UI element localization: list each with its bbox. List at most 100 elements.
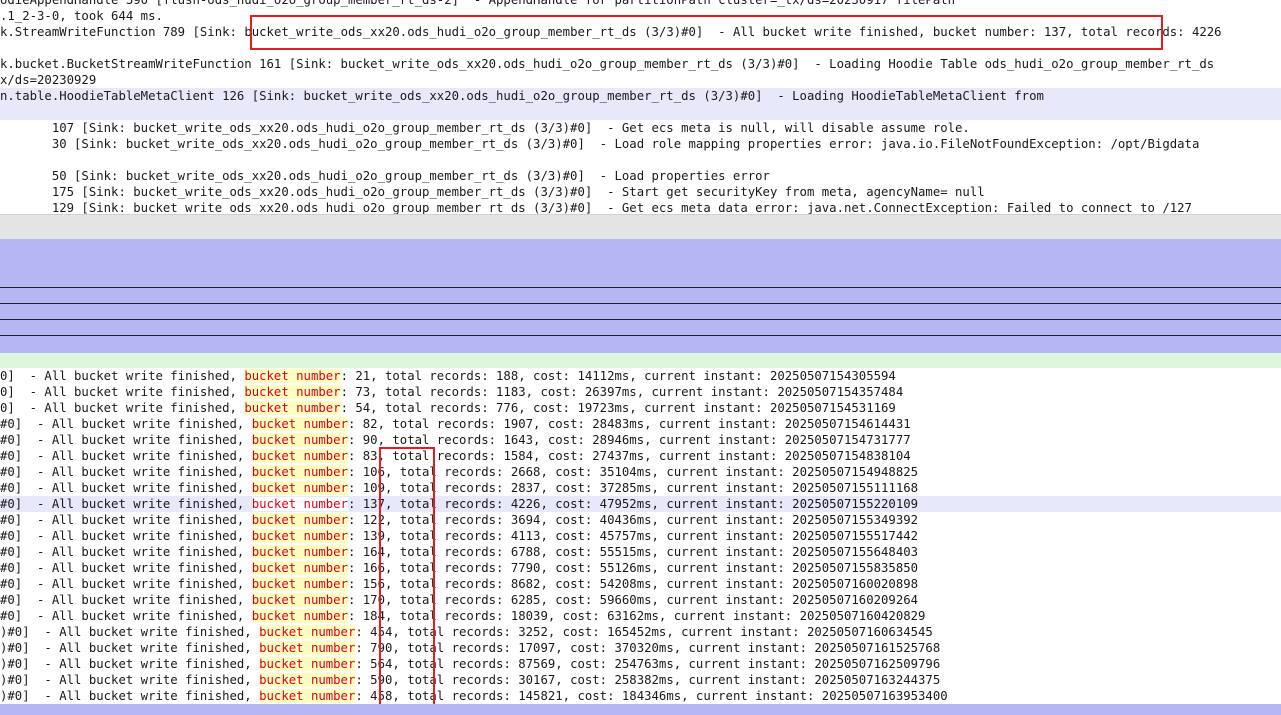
- log-row-prefix: #0] - All bucket write finished,: [0, 577, 252, 591]
- log-row-prefix: #0] - All bucket write finished,: [0, 449, 252, 463]
- log-row-suffix: : 164, total records: 6788, cost: 55515m…: [347, 545, 919, 559]
- log-row[interactable]: #0] - All bucket write finished, bucket …: [0, 416, 911, 432]
- log-row[interactable]: #0] - All bucket write finished, bucket …: [0, 448, 911, 464]
- log-row-prefix: 0] - All bucket write finished,: [0, 401, 245, 415]
- log-line: 129 [Sink: bucket_write_ods_xx20.ods_hud…: [0, 201, 1192, 214]
- log-row-suffix: : 137, total records: 4226, cost: 47952m…: [347, 497, 919, 511]
- log-line-suffix: total records: 4226: [1073, 25, 1222, 39]
- log-row-suffix: : 54, total records: 776, cost: 19723ms,…: [340, 401, 896, 415]
- search-results-pane[interactable]: [0, 239, 1281, 353]
- log-row-prefix: #0] - All bucket write finished,: [0, 497, 252, 511]
- log-line-annotated: k.StreamWriteFunction 789 [Sink: bucket_…: [0, 24, 1222, 40]
- log-row-suffix: : 106, total records: 2668, cost: 35104m…: [347, 465, 919, 479]
- bottom-bar: [0, 704, 1281, 715]
- log-row-suffix: : 790, total records: 17097, cost: 37032…: [355, 641, 941, 655]
- log-row-prefix: )#0] - All bucket write finished,: [0, 657, 260, 671]
- search-keyword-highlight: bucket number: [251, 529, 348, 543]
- search-keyword-highlight: bucket number: [259, 625, 356, 639]
- log-row-prefix: #0] - All bucket write finished,: [0, 417, 252, 431]
- log-line: x/ds=20230929: [0, 73, 97, 87]
- log-row[interactable]: #0] - All bucket write finished, bucket …: [0, 480, 918, 496]
- search-keyword-highlight: bucket number: [251, 513, 348, 527]
- search-keyword-highlight: bucket number: [251, 577, 348, 591]
- search-keyword-highlight: bucket number: [244, 369, 341, 383]
- log-line-current: n.table.HoodieTableMetaClient 126 [Sink:…: [0, 88, 1281, 104]
- log-row-selected[interactable]: #0] - All bucket write finished, bucket …: [0, 496, 1281, 512]
- log-line-prefix: k.StreamWriteFunction 789 [Sink:: [0, 25, 237, 39]
- log-line: .1_2-3-0, took 644 ms.: [0, 9, 163, 23]
- search-keyword-highlight: bucket number: [259, 689, 356, 703]
- search-keyword-highlight: bucket number: [251, 481, 348, 495]
- log-row[interactable]: #0] - All bucket write finished, bucket …: [0, 432, 911, 448]
- log-row[interactable]: #0] - All bucket write finished, bucket …: [0, 464, 918, 480]
- log-row-prefix: )#0] - All bucket write finished,: [0, 625, 260, 639]
- log-row-suffix: : 170, total records: 6285, cost: 59660m…: [347, 593, 919, 607]
- search-keyword-highlight: bucket number: [259, 641, 356, 655]
- log-row-suffix: : 458, total records: 145821, cost: 1843…: [355, 689, 948, 703]
- log-row[interactable]: #0] - All bucket write finished, bucket …: [0, 592, 918, 608]
- log-row[interactable]: #0] - All bucket write finished, bucket …: [0, 576, 918, 592]
- log-row[interactable]: #0] - All bucket write finished, bucket …: [0, 544, 918, 560]
- log-line: 30 [Sink: bucket_write_ods_xx20.ods_hudi…: [0, 137, 1200, 151]
- log-row-prefix: 0] - All bucket write finished,: [0, 369, 245, 383]
- log-row[interactable]: 0] - All bucket write finished, bucket n…: [0, 368, 896, 384]
- search-keyword-highlight: bucket number: [251, 545, 348, 559]
- log-row-suffix: : 166, total records: 7790, cost: 55126m…: [347, 561, 919, 575]
- log-row-prefix: #0] - All bucket write finished,: [0, 609, 252, 623]
- log-row-suffix: : 21, total records: 188, cost: 14112ms,…: [340, 369, 896, 383]
- log-row-suffix: : 109, total records: 2837, cost: 37285m…: [347, 481, 919, 495]
- status-strip: [0, 353, 1281, 368]
- log-row[interactable]: #0] - All bucket write finished, bucket …: [0, 512, 918, 528]
- log-row[interactable]: )#0] - All bucket write finished, bucket…: [0, 640, 940, 656]
- log-row[interactable]: )#0] - All bucket write finished, bucket…: [0, 656, 940, 672]
- log-row-suffix: : 83, total records: 1584, cost: 27437ms…: [347, 449, 911, 463]
- log-row-suffix: : 122, total records: 3694, cost: 40436m…: [347, 513, 919, 527]
- divider-line: [0, 303, 1281, 304]
- log-row-prefix: #0] - All bucket write finished,: [0, 593, 252, 607]
- search-keyword-highlight: bucket number: [251, 433, 348, 447]
- log-row-suffix: : 139, total records: 4113, cost: 45757m…: [347, 529, 919, 543]
- divider-line: [0, 287, 1281, 288]
- log-line-current: [0, 104, 1281, 120]
- log-row-suffix: : 184, total records: 18039, cost: 63162…: [347, 609, 926, 623]
- log-row[interactable]: #0] - All bucket write finished, bucket …: [0, 608, 925, 624]
- log-row-prefix: 0] - All bucket write finished,: [0, 385, 245, 399]
- search-keyword-highlight: bucket number: [251, 497, 348, 511]
- search-keyword-highlight: bucket number: [259, 673, 356, 687]
- log-row[interactable]: 0] - All bucket write finished, bucket n…: [0, 384, 903, 400]
- log-row-suffix: : 590, total records: 30167, cost: 25838…: [355, 673, 941, 687]
- log-row[interactable]: 0] - All bucket write finished, bucket n…: [0, 400, 896, 416]
- log-row-suffix: : 564, total records: 87569, cost: 25476…: [355, 657, 941, 671]
- log-row[interactable]: #0] - All bucket write finished, bucket …: [0, 560, 918, 576]
- log-row-prefix: #0] - All bucket write finished,: [0, 529, 252, 543]
- log-row[interactable]: )#0] - All bucket write finished, bucket…: [0, 624, 933, 640]
- log-row-prefix: #0] - All bucket write finished,: [0, 545, 252, 559]
- log-row-prefix: #0] - All bucket write finished,: [0, 513, 252, 527]
- log-line: 107 [Sink: bucket_write_ods_xx20.ods_hud…: [0, 121, 970, 135]
- log-row-suffix: : 156, total records: 8682, cost: 54208m…: [347, 577, 919, 591]
- log-line: k.bucket.BucketStreamWriteFunction 161 […: [0, 57, 1215, 71]
- pane-splitter[interactable]: [0, 214, 1281, 241]
- log-row[interactable]: )#0] - All bucket write finished, bucket…: [0, 672, 940, 688]
- top-log-pane[interactable]: odieAppendHandle 390 [flush-ods_hudi_o2o…: [0, 0, 1281, 214]
- bottom-log-pane[interactable]: 0] - All bucket write finished, bucket n…: [0, 368, 1281, 704]
- log-row-suffix: : 90, total records: 1643, cost: 28946ms…: [347, 433, 911, 447]
- log-row-suffix: : 454, total records: 3252, cost: 165452…: [355, 625, 933, 639]
- log-row-prefix: #0] - All bucket write finished,: [0, 481, 252, 495]
- log-row-suffix: : 82, total records: 1907, cost: 28483ms…: [347, 417, 911, 431]
- search-keyword-highlight: bucket number: [259, 657, 356, 671]
- search-keyword-highlight: bucket number: [251, 417, 348, 431]
- log-row[interactable]: #0] - All bucket write finished, bucket …: [0, 528, 918, 544]
- search-keyword-highlight: bucket number: [244, 385, 341, 399]
- log-row-prefix: #0] - All bucket write finished,: [0, 465, 252, 479]
- log-line: 175 [Sink: bucket_write_ods_xx20.ods_hud…: [0, 185, 985, 199]
- log-row-prefix: #0] - All bucket write finished,: [0, 561, 252, 575]
- search-keyword-highlight: bucket number: [251, 465, 348, 479]
- log-row[interactable]: )#0] - All bucket write finished, bucket…: [0, 688, 948, 704]
- log-line: odieAppendHandle 390 [flush-ods_hudi_o2o…: [0, 0, 956, 7]
- log-row-prefix: )#0] - All bucket write finished,: [0, 673, 260, 687]
- search-keyword-highlight: bucket number: [251, 609, 348, 623]
- log-row-prefix: )#0] - All bucket write finished,: [0, 641, 260, 655]
- search-keyword-highlight: bucket number: [244, 401, 341, 415]
- divider-line: [0, 335, 1281, 336]
